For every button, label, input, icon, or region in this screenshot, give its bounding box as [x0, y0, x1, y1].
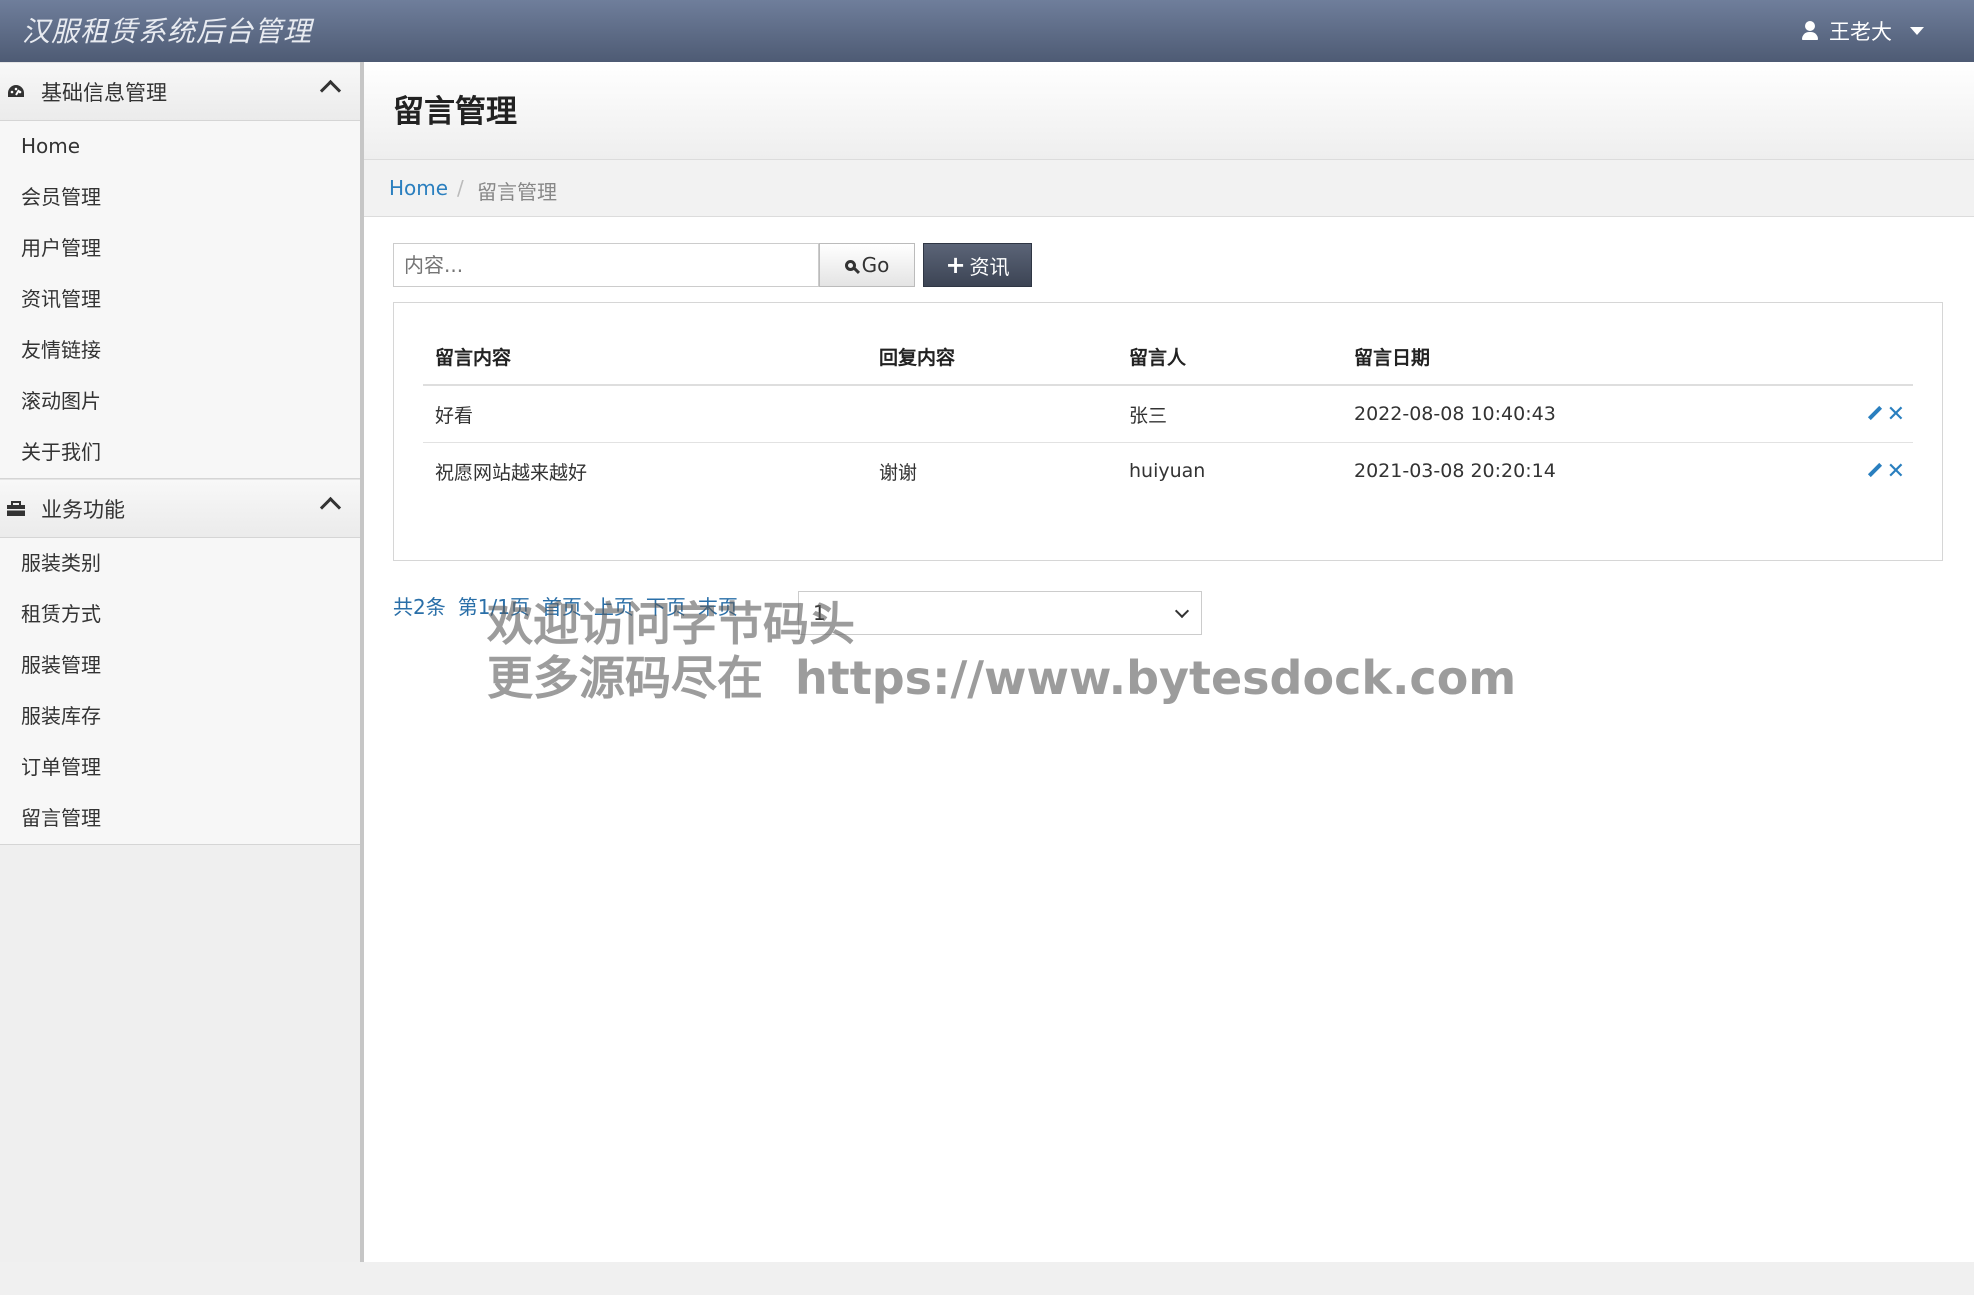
column-header-author: 留言人: [1117, 328, 1342, 386]
table-header-row: 留言内容 回复内容 留言人 留言日期: [423, 328, 1913, 386]
search-input[interactable]: [393, 243, 819, 287]
sidebar-group-business[interactable]: 业务功能: [0, 479, 360, 538]
cell-reply: 谢谢: [879, 461, 918, 484]
caret-down-icon: [1910, 27, 1924, 35]
message-table-panel: 留言内容 回复内容 留言人 留言日期 好看 张三 2022-08-08 10:4…: [393, 302, 1943, 561]
column-header-date: 留言日期: [1342, 328, 1762, 386]
column-header-actions: [1762, 328, 1913, 386]
breadcrumb-current: 留言管理: [477, 180, 557, 204]
sidebar-item-news[interactable]: 资讯管理: [0, 274, 360, 325]
sidebar-item-inventory[interactable]: 服装库存: [0, 691, 360, 742]
app-brand[interactable]: 汉服租赁系统后台管理: [22, 10, 312, 50]
main-content: 留言管理 Home / 留言管理 Go + 资讯 留言内容 回复内容 留言人 留…: [364, 62, 1974, 1262]
message-table: 留言内容 回复内容 留言人 留言日期 好看 张三 2022-08-08 10:4…: [423, 328, 1913, 499]
sidebar-item-rental-method[interactable]: 租赁方式: [0, 589, 360, 640]
sidebar-item-clothing[interactable]: 服装管理: [0, 640, 360, 691]
search-icon: [844, 259, 856, 271]
pager-first-link[interactable]: 首页: [542, 591, 582, 620]
pager-last-link[interactable]: 末页: [698, 591, 738, 620]
chevron-up-icon: [319, 79, 342, 102]
cell-actions: ✕: [1762, 385, 1913, 443]
page-select-value: 1: [813, 601, 826, 625]
sidebar-item-links[interactable]: 友情链接: [0, 325, 360, 376]
sidebar-group-title: 基础信息管理: [41, 80, 167, 105]
dashboard-icon: [5, 81, 27, 103]
cell-author: huiyuan: [1129, 460, 1206, 482]
plus-icon: +: [945, 251, 966, 279]
cell-date: 2021-03-08 20:20:14: [1354, 460, 1556, 482]
sidebar-item-clothing-category[interactable]: 服装类别: [0, 538, 360, 589]
add-news-button[interactable]: + 资讯: [923, 243, 1032, 287]
sidebar-menu-basic: Home 会员管理 用户管理 资讯管理 友情链接 滚动图片 关于我们: [0, 121, 360, 479]
delete-icon[interactable]: ✕: [1887, 459, 1905, 484]
sidebar-item-orders[interactable]: 订单管理: [0, 742, 360, 793]
add-button-label: 资讯: [969, 254, 1010, 279]
user-menu[interactable]: 王老大: [1801, 16, 1924, 46]
cell-content: 祝愿网站越来越好: [435, 461, 588, 484]
sidebar-group-basic[interactable]: 基础信息管理: [0, 62, 360, 121]
top-navbar: 汉服租赁系统后台管理 王老大: [0, 0, 1974, 63]
page-select[interactable]: 1: [798, 591, 1202, 635]
sidebar-item-about[interactable]: 关于我们: [0, 427, 360, 478]
go-button[interactable]: Go: [819, 243, 915, 287]
breadcrumb: Home / 留言管理: [364, 160, 1974, 217]
breadcrumb-home-link[interactable]: Home: [389, 176, 448, 200]
pager-prev-link[interactable]: 上页: [594, 591, 634, 620]
sidebar-item-home[interactable]: Home: [0, 121, 360, 172]
cell-reply: [867, 385, 1117, 443]
breadcrumb-separator: /: [457, 176, 464, 200]
sidebar-item-users[interactable]: 用户管理: [0, 223, 360, 274]
delete-icon[interactable]: ✕: [1887, 402, 1905, 427]
sidebar-menu-business: 服装类别 租赁方式 服装管理 服装库存 订单管理 留言管理: [0, 538, 360, 845]
edit-icon[interactable]: [1867, 462, 1882, 478]
page-header: 留言管理: [364, 62, 1974, 160]
sidebar-item-messages[interactable]: 留言管理: [0, 793, 360, 844]
pager-page-info: 第1/1页: [457, 595, 530, 619]
sidebar-item-carousel[interactable]: 滚动图片: [0, 376, 360, 427]
pager-total: 共2条: [393, 595, 446, 619]
briefcase-icon: [5, 498, 27, 520]
go-button-label: Go: [861, 253, 890, 277]
column-header-content: 留言内容: [423, 328, 867, 386]
chevron-up-icon: [319, 496, 342, 519]
cell-author: 张三: [1117, 385, 1342, 443]
edit-icon[interactable]: [1867, 405, 1882, 421]
page-title: 留言管理: [393, 94, 517, 130]
pager-next-link[interactable]: 下页: [646, 591, 686, 620]
table-row: 好看 张三 2022-08-08 10:40:43 ✕: [423, 385, 1913, 443]
column-header-reply: 回复内容: [867, 328, 1117, 386]
user-icon: [1801, 21, 1819, 41]
user-name: 王老大: [1829, 20, 1892, 44]
cell-date: 2022-08-08 10:40:43: [1342, 385, 1762, 443]
cell-actions: ✕: [1762, 443, 1913, 500]
cell-content: 好看: [423, 385, 867, 443]
sidebar: 基础信息管理 Home 会员管理 用户管理 资讯管理 友情链接 滚动图片 关于我…: [0, 62, 364, 1262]
pagination: 共2条 第1/1页 首页 上页 下页 末页: [393, 591, 738, 620]
table-row: 祝愿网站越来越好 谢谢 huiyuan 2021-03-08 20:20:14 …: [423, 443, 1913, 500]
sidebar-item-members[interactable]: 会员管理: [0, 172, 360, 223]
sidebar-group-title: 业务功能: [41, 497, 125, 522]
chevron-down-icon: [1174, 603, 1190, 618]
